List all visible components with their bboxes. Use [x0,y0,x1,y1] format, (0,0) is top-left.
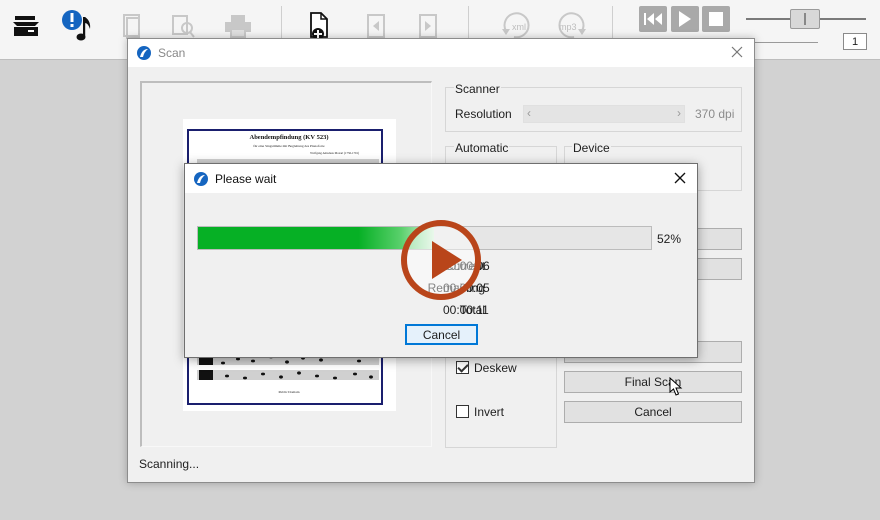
deskew-label: Deskew [474,361,517,375]
video-play-overlay-icon[interactable] [401,220,481,300]
please-wait-close-icon[interactable] [669,167,691,189]
play-button[interactable] [671,6,699,32]
score-composer: Wolfgang Amadeus Mozart (1756-1791) [310,151,359,155]
scan-window-close-icon[interactable] [726,41,748,63]
resolution-slider[interactable]: ‹ › [523,105,685,123]
device-group-label: Device [572,141,611,155]
score-footer: Public Domain [278,390,299,394]
app-logo-icon [194,171,208,186]
page-number-field[interactable]: 1 [843,33,867,50]
invert-label: Invert [474,405,505,419]
total-time-value: 00:00:11 [443,303,489,317]
please-wait-title: Please wait [215,171,277,186]
mouse-cursor-icon [669,377,683,396]
tempo-slider-track [746,42,818,43]
rewind-button[interactable] [639,6,667,32]
scanner-icon[interactable] [10,8,42,44]
stop-button[interactable] [702,6,730,32]
please-wait-titlebar: Please wait [185,164,697,193]
zoom-slider-thumb[interactable] [790,9,820,29]
progress-percent: 52% [657,232,682,246]
deskew-checkbox[interactable] [456,361,469,374]
final-scan-button[interactable]: Final Scan [564,371,742,393]
app-logo-icon [137,46,151,60]
slider-left-arrow-icon[interactable]: ‹ [527,106,531,120]
scanner-group-label: Scanner [454,82,501,96]
score-title: Abendempfindung (KV 523) [250,134,329,141]
scan-window-titlebar: Scan [128,39,754,67]
scan-window-title: Scan [158,46,186,60]
resolution-value: 370 dpi [695,107,735,121]
scan-cancel-button[interactable]: Cancel [564,401,742,423]
automatic-group-label: Automatic [454,141,510,155]
scan-status-text: Scanning... [139,457,200,471]
scan-progress-fill [198,227,434,249]
wait-cancel-button[interactable]: Cancel [405,324,478,345]
xml-label: xml [512,22,526,32]
resolution-label: Resolution [455,107,512,121]
score-subtitle: für eine Singstimme mit Begleitung des P… [253,144,325,148]
mp3-label: mp3 [559,22,577,32]
invert-checkbox[interactable] [456,405,469,418]
note-alert-icon[interactable] [60,8,96,44]
slider-right-arrow-icon[interactable]: › [677,106,681,120]
